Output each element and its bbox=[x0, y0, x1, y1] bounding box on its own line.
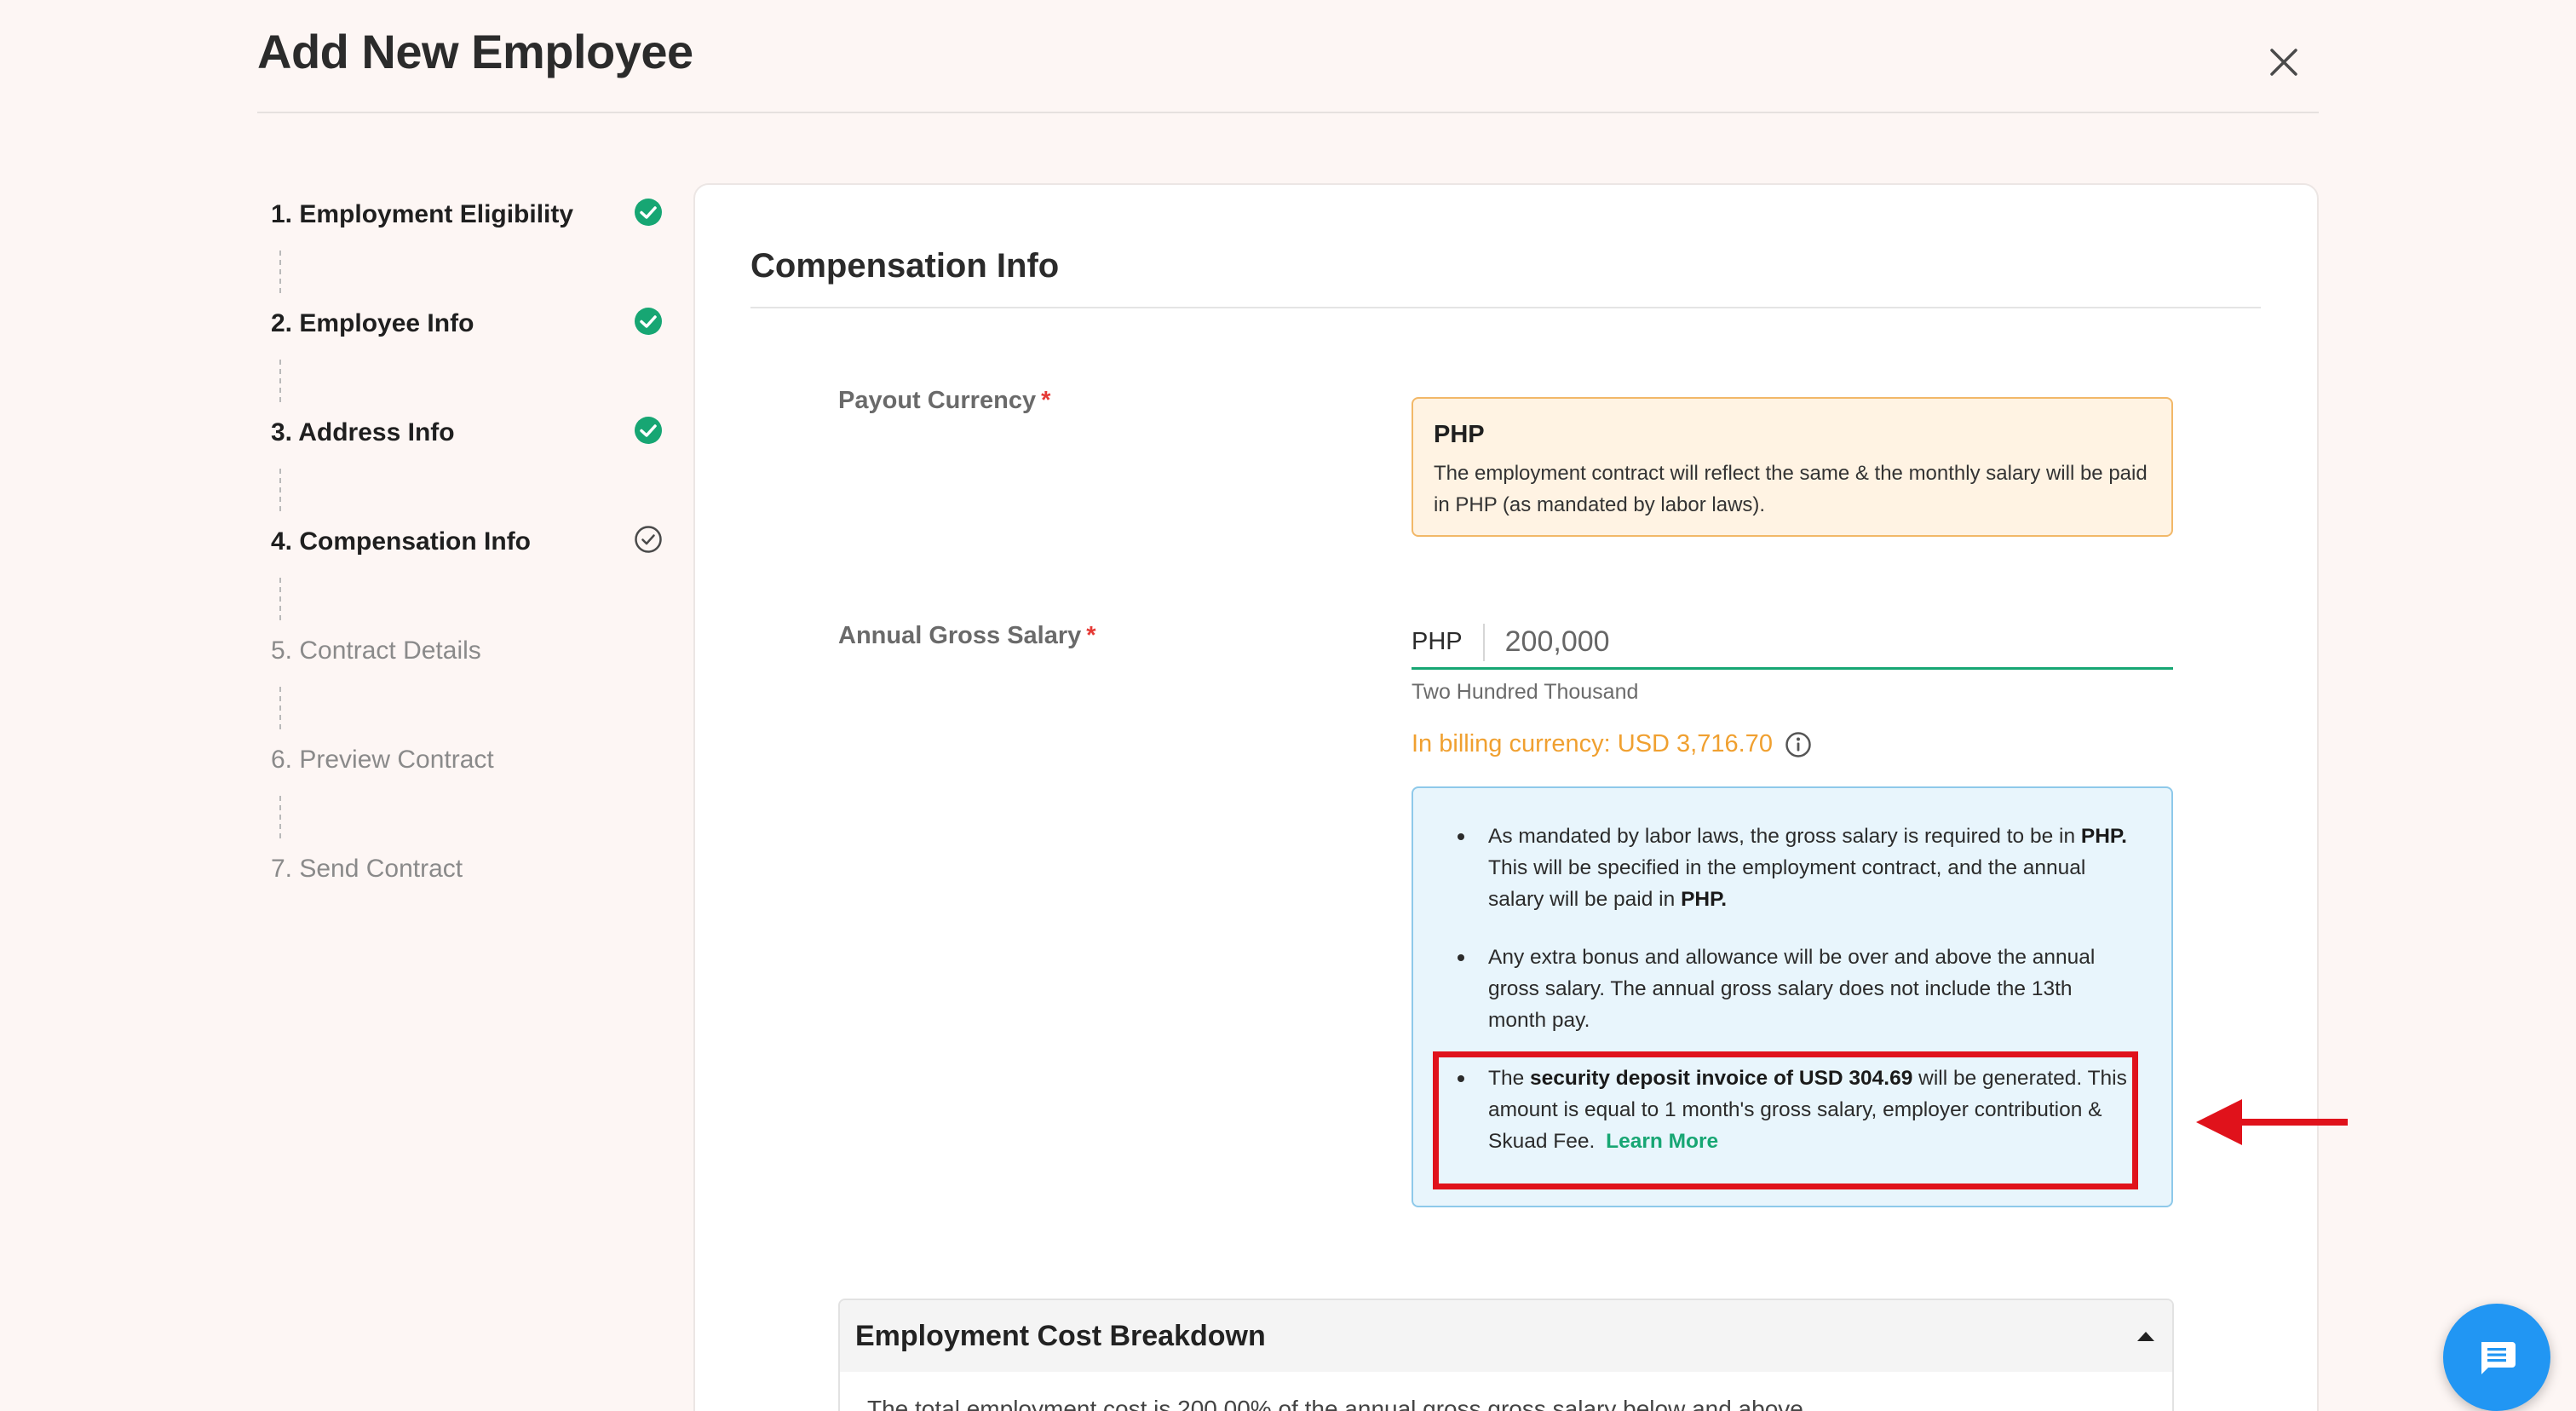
header-divider bbox=[257, 112, 2319, 113]
billing-currency-text: In billing currency: USD 3,716.70 bbox=[1412, 730, 1773, 757]
annual-salary-field: PHP bbox=[1412, 617, 2173, 670]
step-employee-info[interactable]: 2. Employee Info bbox=[271, 298, 671, 407]
step-connector bbox=[279, 687, 281, 729]
close-button[interactable] bbox=[2263, 41, 2305, 84]
cost-breakdown-body: The total employment cost is 200.00% of … bbox=[867, 1396, 1803, 1411]
payout-currency-label: Payout Currency * bbox=[838, 387, 1050, 415]
step-label: 3. Address Info bbox=[271, 418, 455, 446]
check-circle-filled-icon bbox=[635, 417, 662, 444]
annual-salary-label-text: Annual Gross Salary bbox=[838, 622, 1082, 649]
info-currency-bold: PHP. bbox=[1681, 888, 1728, 911]
payout-currency-label-text: Payout Currency bbox=[838, 387, 1037, 414]
step-label: 5. Contract Details bbox=[271, 636, 481, 665]
required-marker: * bbox=[1086, 622, 1096, 649]
info-currency-bold: PHP. bbox=[2080, 825, 2127, 848]
page-title: Add New Employee bbox=[257, 25, 693, 78]
payout-currency-note: The employment contract will reflect the… bbox=[1434, 462, 2148, 516]
step-label: 7. Send Contract bbox=[271, 855, 463, 883]
info-icon[interactable] bbox=[1785, 731, 1812, 758]
info-text: This will be specified in the employment… bbox=[1488, 856, 2086, 911]
salary-in-words: Two Hundred Thousand bbox=[1412, 680, 1639, 704]
step-employment-eligibility[interactable]: 1. Employment Eligibility bbox=[271, 189, 671, 298]
step-contract-details[interactable]: 5. Contract Details bbox=[271, 625, 671, 734]
add-employee-page: Add New Employee 1. Employment Eligibili… bbox=[0, 0, 2576, 1411]
step-label: 1. Employment Eligibility bbox=[271, 200, 574, 228]
salary-currency-prefix: PHP bbox=[1412, 623, 1485, 661]
highlight-annotation bbox=[1433, 1051, 2138, 1189]
cost-breakdown-panel: Employment Cost Breakdown The total empl… bbox=[838, 1299, 2174, 1411]
check-circle-filled-icon bbox=[635, 199, 662, 226]
check-circle-outline-icon bbox=[635, 526, 662, 553]
section-divider bbox=[750, 307, 2261, 308]
caret-up-icon bbox=[2137, 1332, 2154, 1341]
payout-currency-code: PHP bbox=[1434, 421, 1485, 448]
chat-button[interactable] bbox=[2443, 1304, 2550, 1411]
info-item-bonus: Any extra bonus and allowance will be ov… bbox=[1454, 942, 2136, 1036]
step-send-contract[interactable]: 7. Send Contract bbox=[271, 844, 671, 953]
cost-breakdown-title: Employment Cost Breakdown bbox=[855, 1319, 1266, 1352]
step-address-info[interactable]: 3. Address Info bbox=[271, 407, 671, 516]
payout-currency-box: PHP The employment contract will reflect… bbox=[1412, 397, 2173, 537]
info-item-labor-law: As mandated by labor laws, the gross sal… bbox=[1454, 821, 2136, 915]
billing-currency-line: In billing currency: USD 3,716.70 bbox=[1412, 730, 1812, 758]
check-circle-filled-icon bbox=[635, 308, 662, 335]
step-connector bbox=[279, 251, 281, 293]
step-label: 2. Employee Info bbox=[271, 309, 474, 337]
step-connector bbox=[279, 796, 281, 838]
step-navigation: 1. Employment Eligibility 2. Employee In… bbox=[271, 189, 671, 953]
chat-bubble-icon bbox=[2481, 1342, 2516, 1374]
step-connector bbox=[279, 360, 281, 402]
step-label: 4. Compensation Info bbox=[271, 527, 532, 556]
step-connector bbox=[279, 469, 281, 511]
arrow-left-icon bbox=[2196, 1099, 2348, 1145]
required-marker: * bbox=[1041, 387, 1051, 414]
section-title: Compensation Info bbox=[750, 247, 1060, 285]
info-text: As mandated by labor laws, the gross sal… bbox=[1488, 825, 2076, 848]
step-preview-contract[interactable]: 6. Preview Contract bbox=[271, 734, 671, 844]
annual-salary-input[interactable] bbox=[1504, 625, 2016, 659]
annual-salary-label: Annual Gross Salary * bbox=[838, 622, 1096, 650]
step-connector bbox=[279, 578, 281, 620]
cost-breakdown-header[interactable]: Employment Cost Breakdown bbox=[840, 1300, 2172, 1372]
close-icon bbox=[2270, 49, 2297, 76]
step-label: 6. Preview Contract bbox=[271, 746, 494, 774]
step-compensation-info[interactable]: 4. Compensation Info bbox=[271, 516, 671, 625]
